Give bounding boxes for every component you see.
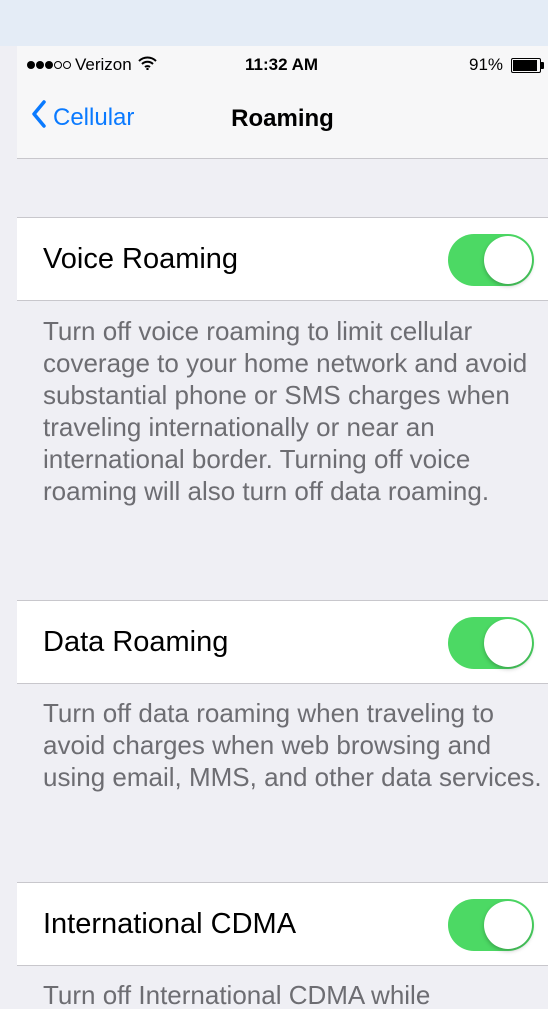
signal-dot xyxy=(63,61,71,69)
toggle-knob xyxy=(484,901,532,949)
data-roaming-label: Data Roaming xyxy=(43,626,229,658)
data-roaming-row: Data Roaming xyxy=(17,600,548,684)
signal-dot xyxy=(27,61,35,69)
status-bar: Verizon 11:32 AM 91% xyxy=(17,46,548,86)
voice-roaming-toggle[interactable] xyxy=(448,234,534,286)
battery-icon xyxy=(511,57,545,73)
navigation-bar: Cellular Roaming xyxy=(17,86,548,159)
international-cdma-row: International CDMA xyxy=(17,882,548,966)
voice-roaming-label: Voice Roaming xyxy=(43,243,239,275)
status-right: 91% xyxy=(469,55,545,75)
signal-strength-icon xyxy=(27,61,71,69)
battery-fill xyxy=(513,59,537,71)
status-left: Verizon xyxy=(27,55,157,75)
signal-dot xyxy=(45,61,53,69)
signal-dot xyxy=(54,61,62,69)
data-roaming-footer: Turn off data roaming when traveling to … xyxy=(43,698,542,792)
status-time: 11:32 AM xyxy=(245,55,319,74)
page-title: Roaming xyxy=(231,105,334,132)
top-strip xyxy=(0,0,548,46)
data-roaming-toggle[interactable] xyxy=(448,617,534,669)
voice-roaming-footer: Turn off voice roaming to limit cellular… xyxy=(43,316,528,506)
phone-screen: Verizon 11:32 AM 91% Cellular Roaming Vo… xyxy=(17,46,548,1009)
toggle-knob xyxy=(484,619,532,667)
carrier-name: Verizon xyxy=(75,55,132,74)
toggle-knob xyxy=(484,236,532,284)
international-cdma-toggle[interactable] xyxy=(448,899,534,951)
international-cdma-footer: Turn off International CDMA while xyxy=(43,980,431,1009)
battery-percentage: 91% xyxy=(469,55,504,74)
international-cdma-label: International CDMA xyxy=(43,908,297,940)
signal-dot xyxy=(36,61,44,69)
voice-roaming-row: Voice Roaming xyxy=(17,217,548,301)
wifi-icon xyxy=(137,55,157,75)
